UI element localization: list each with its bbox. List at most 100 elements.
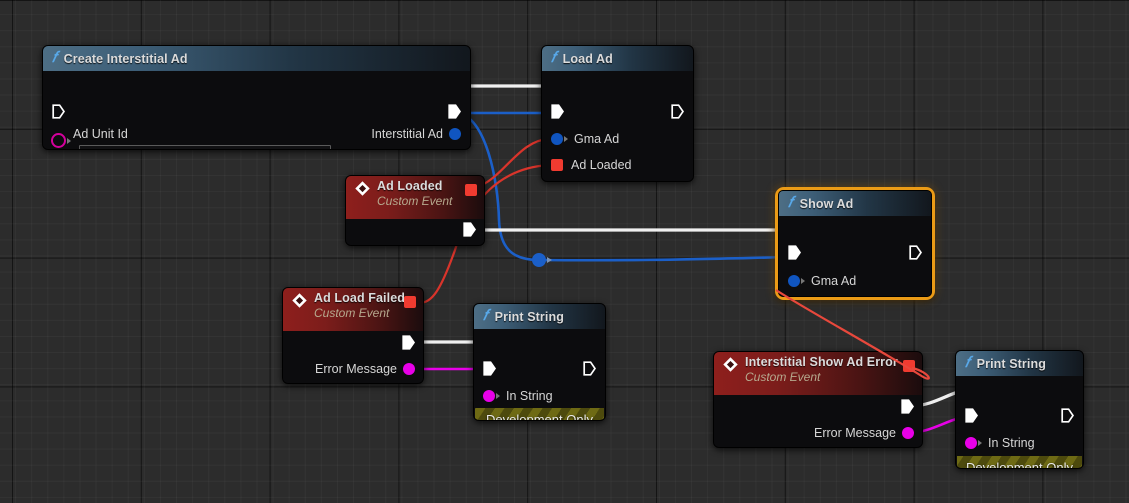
pin-exec-out[interactable] [671,104,684,119]
function-f-icon: 𝑓 [52,50,57,66]
node-print-string-left[interactable]: 𝑓 Print String In String Development Onl… [473,303,606,421]
reroute-node-arrow [547,257,552,263]
node-ad-load-failed-event[interactable]: Ad Load Failed Custom Event Error Messag… [282,287,424,384]
pin-label: Error Message [315,362,397,376]
pin-exec-out[interactable] [909,245,922,260]
exec-pin-icon [788,245,801,260]
object-pin-icon [551,133,563,145]
ad-unit-id-input[interactable]: ca-app-pub-3940256099942544/1033173712 [79,145,331,149]
pin-event-delegate[interactable] [465,184,477,196]
pin-interstitial-ad-out[interactable]: Interstitial Ad [371,127,461,141]
node-interstitial-show-ad-error-event[interactable]: Interstitial Show Ad Error Custom Event … [713,351,923,448]
pin-exec-in[interactable] [788,245,801,260]
pin-exec-out[interactable] [1061,408,1074,423]
exec-pin-icon [551,104,564,119]
pin-exec-in[interactable] [483,361,496,376]
pin-label: In String [506,389,553,403]
pin-error-message-out[interactable]: Error Message [814,426,914,440]
node-title: Load Ad [562,51,613,66]
node-body: 𝑓 Create Interstitial Ad Ad Unit Id Inte… [42,45,471,150]
node-title: Ad Loaded [377,179,443,193]
string-pin-icon [965,437,977,449]
wire-delegate-adloaded [479,137,550,188]
pin-gma-ad[interactable]: Gma Ad [551,132,619,146]
blueprint-graph-canvas[interactable]: 𝑓 Create Interstitial Ad Ad Unit Id Inte… [0,0,1129,503]
node-ad-loaded-event[interactable]: Ad Loaded Custom Event [345,175,485,246]
node-pins: In String Development Only [474,329,605,420]
node-body: 𝑓 Show Ad Gma Ad [778,190,932,297]
pin-label: Error Message [814,426,896,440]
object-pin-icon [788,275,800,287]
development-only-banner: Development Only [957,456,1082,468]
pin-gma-ad[interactable]: Gma Ad [788,274,856,288]
exec-pin-icon [965,408,978,423]
function-f-icon: 𝑓 [965,355,970,371]
pin-direction-arrow [67,137,71,144]
event-diamond-icon [355,181,370,196]
exec-pin-icon [483,361,496,376]
exec-pin-icon [52,104,65,119]
string-pin-icon [483,390,495,402]
node-titlebar: 𝑓 Show Ad [779,191,931,216]
exec-pin-icon [909,245,922,260]
pin-exec-out[interactable] [402,335,415,350]
object-pin-icon [449,128,461,140]
pin-event-delegate[interactable] [903,360,915,372]
ad-unit-id-value[interactable]: ca-app-pub-3940256099942544/1033173712 [79,145,331,149]
delegate-pin-icon [551,159,563,171]
pin-label: Gma Ad [574,132,620,146]
pin-label: In String [988,436,1035,450]
label-ad-unit-id: Ad Unit Id [73,127,128,141]
development-only-label: Development Only [486,412,593,421]
node-show-ad[interactable]: 𝑓 Show Ad Gma Ad [775,187,935,300]
pin-in-string[interactable]: In String [483,389,553,403]
node-titlebar: 𝑓 Print String [956,351,1083,376]
event-diamond-icon [723,357,738,372]
node-body: 𝑓 Print String In String Development Onl… [473,303,606,421]
node-title: Show Ad [799,196,854,211]
pin-exec-out[interactable] [901,399,914,414]
node-subtitle: Custom Event [314,306,390,320]
pin-in-string[interactable]: In String [965,436,1035,450]
pin-exec-out[interactable] [583,361,596,376]
node-pins: Gma Ad Ad Loaded Ad Load Failed [542,71,693,181]
pin-direction-arrow [978,440,982,446]
development-only-banner: Development Only [475,408,604,421]
node-load-ad[interactable]: 𝑓 Load Ad Gma Ad Ad Loaded [541,45,694,182]
pin-exec-out[interactable] [463,222,476,237]
node-subtitle: Custom Event [377,194,453,208]
string-pin-icon [403,363,415,375]
pin-exec-in[interactable] [551,104,564,119]
event-diamond-icon [292,293,307,308]
pin-error-message-out[interactable]: Error Message [315,362,415,376]
node-pins: Ad Unit Id ca-app-pub-3940256099942544/1… [43,71,470,149]
pin-event-delegate[interactable] [404,296,416,308]
pin-direction-arrow [564,136,568,142]
node-create-interstitial-ad[interactable]: 𝑓 Create Interstitial Ad Ad Unit Id Inte… [42,45,471,150]
node-pins: Gma Ad Show Ad Error [779,216,931,296]
pin-direction-arrow [801,278,805,284]
node-title: Ad Load Failed [314,291,405,305]
node-print-string-right[interactable]: 𝑓 Print String In String Development Onl… [955,350,1084,469]
exec-pin-icon [448,104,461,119]
node-body: 𝑓 Print String In String Development Onl… [955,350,1084,469]
pin-ad-loaded[interactable]: Ad Loaded [551,158,631,172]
node-subtitle: Custom Event [745,370,821,384]
pin-exec-out[interactable] [448,104,461,119]
node-titlebar: 𝑓 Create Interstitial Ad [43,46,470,71]
delegate-pin-icon [404,296,416,308]
pin-label: Ad Loaded [571,158,632,172]
pin-label: Gma Ad [811,274,857,288]
node-title: Create Interstitial Ad [63,51,188,66]
pin-exec-in[interactable] [52,104,65,119]
pin-exec-in[interactable] [965,408,978,423]
exec-pin-icon [671,104,684,119]
pin-ad-unit-id[interactable] [51,133,71,148]
exec-pin-icon [901,399,914,414]
node-title-stack: Ad Load Failed Custom Event [314,291,405,320]
exec-pin-icon [463,222,476,237]
node-titlebar: Ad Load Failed Custom Event [283,288,423,331]
node-title: Interstitial Show Ad Error [745,355,898,369]
string-pin-icon [902,427,914,439]
reroute-node-object[interactable] [532,253,546,267]
